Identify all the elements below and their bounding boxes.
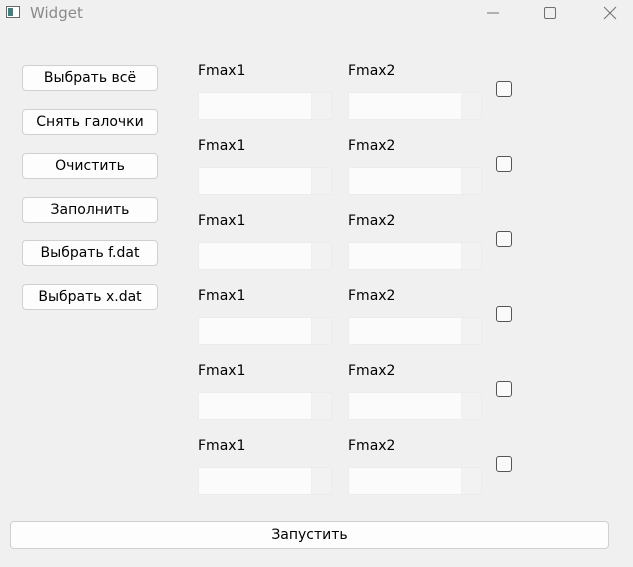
row-checkbox[interactable] (496, 456, 512, 472)
row-checkbox[interactable] (496, 231, 512, 247)
close-icon (603, 6, 617, 20)
fmax2-input[interactable] (348, 242, 482, 270)
row-checkbox[interactable] (496, 306, 512, 322)
fmax1-input[interactable] (198, 242, 332, 270)
select-x-dat-button[interactable]: Выбрать x.dat (22, 284, 158, 310)
fmax1-input[interactable] (198, 317, 332, 345)
select-all-button[interactable]: Выбрать всё (22, 65, 158, 91)
fmax2-input[interactable] (348, 167, 482, 195)
row-checkbox[interactable] (496, 156, 512, 172)
fmax2-label: Fmax2 (348, 213, 396, 229)
fmax2-label: Fmax2 (348, 63, 396, 79)
select-f-dat-button[interactable]: Выбрать f.dat (22, 240, 158, 266)
fmax2-label: Fmax2 (348, 363, 396, 379)
fmax2-input[interactable] (348, 92, 482, 120)
fmax1-label: Fmax1 (198, 438, 246, 454)
app-window: Widget Выбрать всё Снять галочки Очистит… (0, 0, 633, 567)
maximize-button[interactable] (527, 0, 573, 28)
fmax2-label: Fmax2 (348, 288, 396, 304)
fmax1-label: Fmax1 (198, 363, 246, 379)
fmax1-label: Fmax1 (198, 138, 246, 154)
run-button[interactable]: Запустить (10, 521, 609, 549)
fmax2-input[interactable] (348, 317, 482, 345)
fmax2-input[interactable] (348, 467, 482, 495)
title-bar: Widget (0, 0, 633, 28)
fmax1-label: Fmax1 (198, 288, 246, 304)
window-icon (6, 6, 20, 18)
window-title: Widget (30, 4, 83, 22)
fmax1-input[interactable] (198, 167, 332, 195)
minimize-icon (487, 12, 499, 14)
fmax1-input[interactable] (198, 467, 332, 495)
row-checkbox[interactable] (496, 381, 512, 397)
fmax1-input[interactable] (198, 392, 332, 420)
fmax1-label: Fmax1 (198, 213, 246, 229)
minimize-button[interactable] (470, 0, 516, 28)
fmax1-input[interactable] (198, 92, 332, 120)
fill-button[interactable]: Заполнить (22, 197, 158, 223)
uncheck-all-button[interactable]: Снять галочки (22, 109, 158, 135)
close-button[interactable] (587, 0, 633, 28)
fmax2-label: Fmax2 (348, 438, 396, 454)
fmax2-input[interactable] (348, 392, 482, 420)
fmax1-label: Fmax1 (198, 63, 246, 79)
fmax2-label: Fmax2 (348, 138, 396, 154)
clear-button[interactable]: Очистить (22, 153, 158, 179)
row-checkbox[interactable] (496, 81, 512, 97)
maximize-icon (544, 7, 556, 19)
